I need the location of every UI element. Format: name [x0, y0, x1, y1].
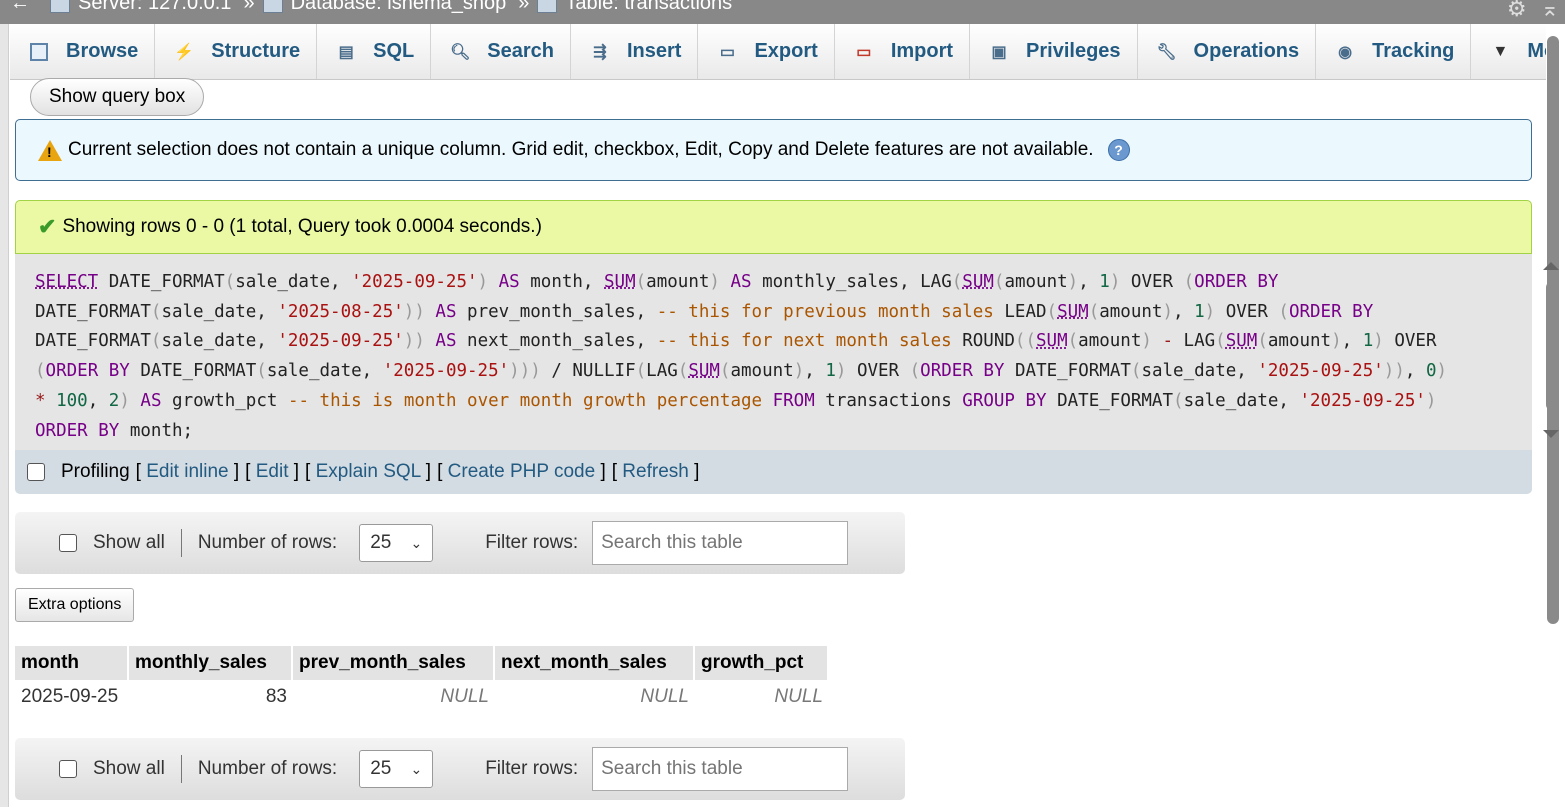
- number-of-rows-label: Number of rows:: [197, 758, 338, 779]
- cell-month: 2025-09-25: [21, 686, 119, 707]
- success-text: Showing rows 0 - 0 (1 total, Query took …: [62, 216, 542, 237]
- column-header-monthly-sales[interactable]: monthly_sales: [129, 646, 293, 680]
- tab-privileges[interactable]: ▣ Privileges: [970, 24, 1138, 79]
- profiling-label: Profiling: [61, 461, 130, 482]
- show-query-box-button[interactable]: Show query box: [30, 78, 205, 116]
- filter-rows-label: Filter rows:: [485, 758, 579, 779]
- breadcrumb-server[interactable]: Server: 127.0.0.1: [78, 0, 231, 15]
- notice-message: Current selection does not contain a uni…: [15, 119, 1532, 181]
- insert-icon: ⇶: [593, 43, 607, 61]
- breadcrumb-separator: »: [518, 0, 530, 14]
- explain-sql-link[interactable]: Explain SQL: [316, 461, 421, 482]
- number-of-rows-label: Number of rows:: [197, 532, 338, 553]
- chevron-down-icon: ⌄: [410, 534, 423, 551]
- tab-structure[interactable]: ⚡ Structure: [155, 24, 318, 79]
- tab-more[interactable]: ▼ More: [1471, 24, 1546, 79]
- tab-label: Search: [487, 40, 554, 62]
- success-message: ✔ Showing rows 0 - 0 (1 total, Query too…: [15, 200, 1532, 254]
- caret-down-icon: ▼: [1492, 42, 1509, 60]
- gear-icon[interactable]: ⚙: [1507, 0, 1527, 22]
- show-all-checkbox[interactable]: [59, 534, 77, 552]
- table-navigation-top: Show all Number of rows: 25 ⌄ Filter rows…: [15, 512, 905, 574]
- scroll-up-icon[interactable]: [1543, 262, 1559, 270]
- checkmark-icon: ✔: [38, 214, 57, 239]
- cell-monthly-sales: 83: [265, 686, 287, 707]
- tab-label: Insert: [627, 40, 682, 62]
- table-navigation-bottom: Show all Number of rows: 25 ⌄ Filter rows…: [15, 738, 905, 800]
- tab-label: Import: [890, 40, 954, 62]
- table-header-row: month monthly_sales prev_month_sales nex…: [15, 646, 829, 680]
- database-icon: [262, 0, 283, 13]
- tab-label: Structure: [211, 40, 301, 62]
- breadcrumb: ← Server: 127.0.0.1 » Database: ishema_s…: [0, 0, 1565, 24]
- browse-icon: [28, 42, 50, 62]
- tab-label: SQL: [373, 40, 415, 62]
- column-header-next-month-sales[interactable]: next_month_sales: [495, 646, 695, 680]
- show-all-label: Show all: [93, 758, 165, 779]
- tab-bar: Browse ⚡ Structure ▤ SQL 🔍︎ Search ⇶ Insert …: [10, 24, 1546, 80]
- breadcrumb-database[interactable]: Database: ishema_shop: [291, 0, 507, 15]
- cell-prev-month-sales: NULL: [440, 686, 489, 707]
- refresh-link[interactable]: Refresh: [622, 461, 689, 482]
- filter-rows-input[interactable]: [592, 521, 849, 565]
- left-panel-edge: [0, 24, 9, 807]
- edit-inline-link[interactable]: Edit inline: [146, 461, 228, 482]
- tab-label: Operations: [1193, 40, 1300, 62]
- import-icon: ▭: [856, 43, 872, 61]
- results-table: month monthly_sales prev_month_sales nex…: [15, 646, 829, 714]
- filter-rows-input[interactable]: [592, 747, 849, 791]
- tab-search[interactable]: 🔍︎ Search: [431, 24, 571, 79]
- extra-options-button[interactable]: Extra options: [15, 588, 135, 622]
- tab-tracking[interactable]: ◉ Tracking: [1316, 24, 1472, 79]
- privileges-icon: ▣: [991, 43, 1007, 61]
- select-value: 25: [370, 758, 392, 779]
- server-icon: [50, 0, 70, 13]
- eye-icon: ◉: [1338, 43, 1353, 61]
- create-php-code-link[interactable]: Create PHP code: [448, 461, 596, 482]
- cell-next-month-sales: NULL: [640, 686, 689, 707]
- tab-browse[interactable]: Browse: [10, 24, 156, 79]
- show-all-checkbox[interactable]: [59, 760, 77, 778]
- sql-icon: ▤: [338, 43, 354, 61]
- wrench-icon: 🔧︎: [1156, 43, 1177, 61]
- tab-label: Browse: [66, 40, 139, 62]
- export-icon: ▭: [719, 43, 736, 61]
- filter-rows-label: Filter rows:: [485, 532, 579, 553]
- tab-label: Privileges: [1026, 40, 1121, 62]
- back-arrow-icon[interactable]: ←: [10, 0, 30, 15]
- breadcrumb-table[interactable]: Table: transactions: [565, 0, 732, 15]
- show-all-label: Show all: [93, 532, 165, 553]
- table-icon: [537, 0, 558, 13]
- tab-import[interactable]: ▭ Import: [835, 24, 971, 79]
- column-header-prev-month-sales[interactable]: prev_month_sales: [293, 646, 495, 680]
- search-icon: 🔍︎: [450, 43, 471, 61]
- sql-scrollbar[interactable]: [1543, 258, 1559, 444]
- breadcrumb-separator: »: [243, 0, 255, 14]
- tab-label: Export: [754, 40, 818, 62]
- tab-sql[interactable]: ▤ SQL: [317, 24, 432, 79]
- number-of-rows-select[interactable]: 25 ⌄: [359, 750, 434, 788]
- tab-export[interactable]: ▭ Export: [698, 24, 835, 79]
- tab-label: Tracking: [1372, 40, 1455, 62]
- help-icon[interactable]: ?: [1107, 139, 1130, 161]
- column-header-growth-pct[interactable]: growth_pct: [695, 646, 829, 680]
- tab-insert[interactable]: ⇶ Insert: [571, 24, 699, 79]
- collapse-icon[interactable]: ⌅: [1541, 0, 1559, 22]
- edit-link[interactable]: Edit: [256, 461, 289, 482]
- notice-text: Current selection does not contain a uni…: [68, 139, 1094, 160]
- number-of-rows-select[interactable]: 25 ⌄: [359, 524, 434, 562]
- scroll-down-icon[interactable]: [1543, 430, 1559, 438]
- column-header-month[interactable]: month: [15, 646, 129, 680]
- chevron-down-icon: ⌄: [410, 760, 423, 777]
- tab-operations[interactable]: 🔧︎ Operations: [1138, 24, 1317, 79]
- query-actions-bar: Profiling [ Edit inline ] [ Edit ] [ Exp…: [15, 450, 1532, 494]
- cell-growth-pct: NULL: [774, 686, 823, 707]
- tab-label: More: [1527, 40, 1546, 62]
- sql-query-display[interactable]: SELECT DATE_FORMAT(sale_date, '2025-09-2…: [15, 254, 1532, 450]
- profiling-checkbox[interactable]: [27, 463, 45, 481]
- select-value: 25: [370, 532, 392, 553]
- table-row: 2025-09-25 83 NULL NULL NULL: [15, 680, 829, 714]
- structure-icon: ⚡: [174, 43, 195, 61]
- warning-icon: [38, 139, 62, 161]
